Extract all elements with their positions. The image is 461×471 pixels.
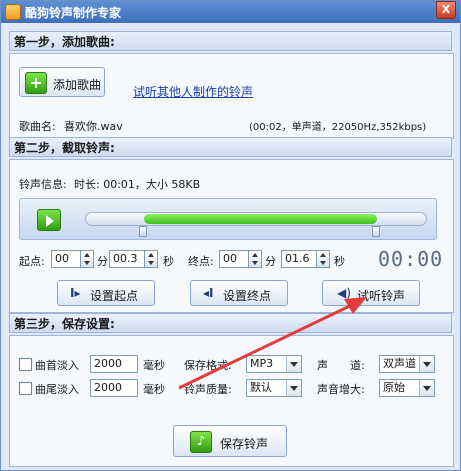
arrow-shaft xyxy=(178,301,357,390)
annotation-arrow xyxy=(178,297,367,390)
main-window: 酷狗铃声制作专家 X 第一步，添加歌曲: + 添加歌曲 试听其他人制作的铃声 歌… xyxy=(0,0,461,471)
